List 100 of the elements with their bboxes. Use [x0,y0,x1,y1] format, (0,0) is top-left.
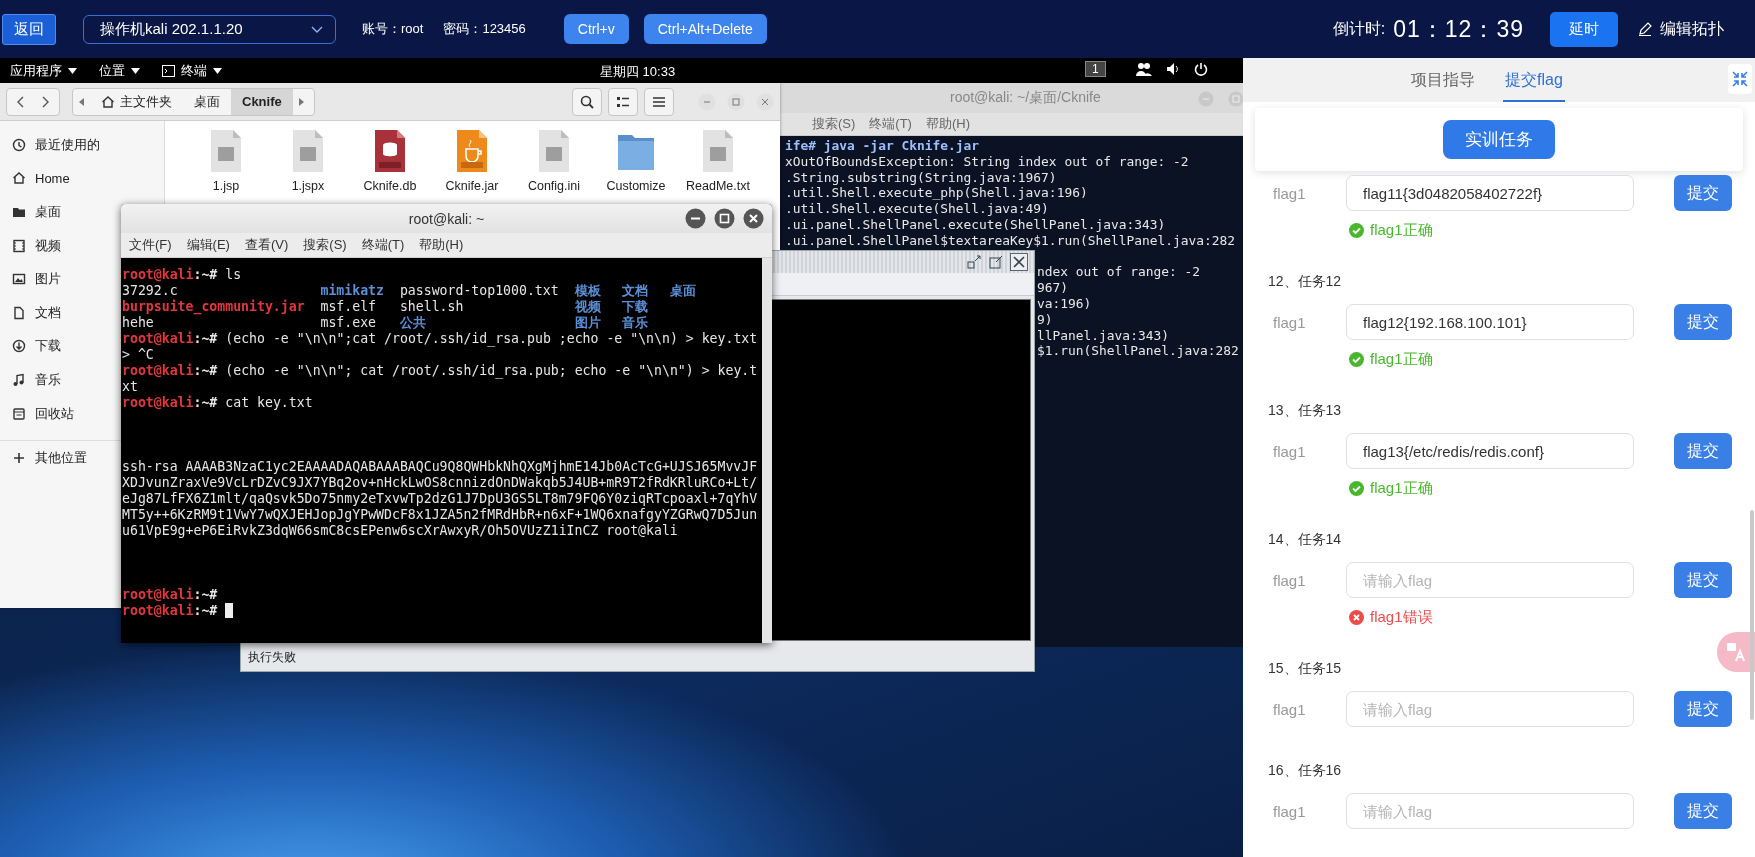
speaker-icon[interactable] [1165,62,1180,76]
file-name: 37292.c [122,283,179,299]
chevron-right-icon[interactable] [42,95,50,108]
flag-input[interactable]: flag13{/etc/redis/redis.conf} [1346,433,1634,469]
workspace-indicator[interactable]: 1 [1085,61,1106,77]
triangle-left-icon[interactable] [79,97,84,106]
flag-input[interactable]: 请输入flag [1346,793,1634,829]
terminal-icon [162,64,175,77]
terminal-line: root@kali:~# [122,587,219,603]
submit-button[interactable]: 提交 [1674,691,1732,727]
file-item[interactable]: Cknife.jar [431,129,513,193]
chevron-left-icon[interactable] [16,95,24,108]
menu-icon[interactable] [652,95,666,108]
extend-button[interactable]: 延时 [1550,11,1618,47]
collapse-icon[interactable] [1732,71,1748,87]
menu-item[interactable]: 帮助(H) [419,236,464,254]
terminal-line: .ui.panel.ShellPanel.execute(ShellPanel.java:343) [785,217,1167,233]
picture-icon [12,272,26,287]
file-item[interactable]: 1.jsp [185,129,267,193]
close-icon[interactable] [743,208,764,229]
file-item[interactable]: Customize [595,129,677,193]
terminal-line: .ui.panel.ShellPanel$textareaKey$1.run(ShellPanel.java:282 [785,232,1237,249]
file-item[interactable]: Cknife.db [349,129,431,193]
field-label: flag1 [1272,802,1307,820]
trash-icon [12,406,26,421]
terminal-line: 967) [1037,280,1070,296]
sidebar-item[interactable]: 其他位置 [0,441,93,475]
breadcrumb-item[interactable]: 桌面 [183,88,231,115]
triangle-right-icon[interactable] [298,97,304,106]
terminal-line: root@kali:~# [122,603,760,619]
file-name: 文档 [622,283,650,299]
maximize-icon[interactable] [988,254,1004,270]
terminal-line: > ^C [122,347,155,363]
menu-item[interactable]: 帮助(H) [925,115,970,133]
document-icon [12,305,26,320]
sidebar-item[interactable]: 回收站 [0,396,80,431]
close-icon[interactable] [1010,253,1028,271]
submit-button[interactable]: 提交 [1674,175,1732,211]
file-name: 视频 [574,299,602,315]
file-item[interactable]: 1.jspx [267,129,349,193]
close-icon[interactable] [756,92,774,111]
tab[interactable]: 项目指导 [1409,60,1478,102]
sidebar-item[interactable]: Home [0,161,76,196]
edit-topology-button[interactable]: 编辑拓扑 [1632,17,1730,41]
shortcut-button[interactable]: Ctrl+Alt+Delete [643,14,767,44]
terminal-line: ssh-rsa AAAAB3NzaC1yc2EAAAADAQABAAABAQCu9Q8QWHbkNhQXgMjhmE14Jb0AcTcG+UJSJ65MvvJFXDJvunZraxVe9VcLrDZvC9JX7YBq2ov+nHckLwOS8cnnizdOnDWakqb5J4UB+mR9T2fRdKRluRCo+Lt/eJg87LfFX6Z1mlt/qaQsvk5Do75nmy2eTxvwTp2dzG1J7DpU3GS5LT8m79FQ6Y0ziqRTcpoaxl+7qYhVMT5y++6KzRM9t1VwY7wQXJEHJopJgYPwWDcF8x1JZA5n2fMRdHbR+n6xF+1WQ6xnafgyYZGRwQ7D5Junu61VpE9g+eP6EiRvkZ3dqW66smC8csEPenw6scXrAwxyR/Oh5OVUzZ1iInCZ root@kali [122,459,759,539]
sidebar-item[interactable]: 最近使用的 [0,128,106,162]
breadcrumb-item[interactable]: 主文件夹 [90,88,183,115]
panel-menu[interactable]: 应用程序 [10,61,77,80]
file-name: shell.sh [399,299,465,315]
restore-icon[interactable] [966,254,982,270]
people-icon[interactable] [1135,62,1152,76]
submit-button[interactable]: 提交 [1674,304,1732,340]
flag-input[interactable]: 请输入flag [1346,691,1634,727]
machine-select[interactable]: 操作机kali 202.1.1.20 [83,14,336,44]
menu-item[interactable]: 搜索(S) [303,236,347,254]
task-title: 14、任务14 [1268,530,1343,549]
sidebar-item[interactable]: 图片 [0,262,67,296]
submit-button[interactable]: 提交 [1674,562,1732,598]
file-item[interactable]: ReadMe.txt [677,129,759,193]
search-icon[interactable] [580,94,594,109]
menu-item[interactable]: 编辑(E) [186,236,230,254]
menu-item[interactable]: 终端(T) [869,115,912,133]
window-title: root@kali: ~/桌面/Cknife [950,89,1101,107]
countdown-timer: 01：12：39 [1393,14,1524,44]
menu-item[interactable]: 终端(T) [361,236,405,254]
shortcut-button[interactable]: Ctrl+v [563,14,629,44]
minimize-icon[interactable] [685,208,706,229]
flag-input[interactable]: flag12{192.168.100.101} [1346,304,1634,340]
submit-button[interactable]: 提交 [1674,433,1732,469]
back-button[interactable]: 返回 [2,13,56,45]
power-icon[interactable] [1193,62,1208,76]
home-icon [12,171,26,186]
sidebar-item[interactable]: 视频 [0,228,67,263]
breadcrumb-item[interactable]: Cknife [231,88,293,115]
panel-menu[interactable]: 终端 [162,61,222,80]
training-task-button[interactable]: 实训任务 [1443,120,1555,159]
submit-button[interactable]: 提交 [1674,793,1732,829]
sidebar-item[interactable]: 桌面 [0,195,67,229]
file-name: 桌面 [669,283,697,299]
file-item[interactable]: Config.ini [513,129,595,193]
menu-item[interactable]: 查看(V) [244,236,289,254]
flag-input[interactable]: 请输入flag [1346,562,1634,598]
flag-input[interactable]: flag11{3d0482058402722f} [1346,175,1634,211]
caret-icon [131,67,140,74]
panel-clock: 星期四 10:33 [600,63,676,81]
file-name: password-top1000.txt [399,283,560,299]
list-view-icon[interactable] [616,95,630,108]
terminal-line: .util.Shell.execute_php(Shell.java:196) [785,185,1089,202]
sidebar-item[interactable]: 文档 [0,295,67,330]
menu-item[interactable]: 搜索(S) [812,115,856,133]
panel-menu[interactable]: 位置 [99,61,140,80]
field-label: flag1 [1272,442,1307,460]
sidebar-item[interactable]: 下载 [0,329,67,364]
pencil-icon [1638,22,1652,36]
sidebar-item[interactable]: 音乐 [0,363,67,397]
maximize-icon[interactable] [714,208,735,229]
menu-item[interactable]: 文件(F) [129,236,172,254]
file-name: mimikatz [320,283,385,299]
tab[interactable]: 提交flag [1503,60,1565,102]
